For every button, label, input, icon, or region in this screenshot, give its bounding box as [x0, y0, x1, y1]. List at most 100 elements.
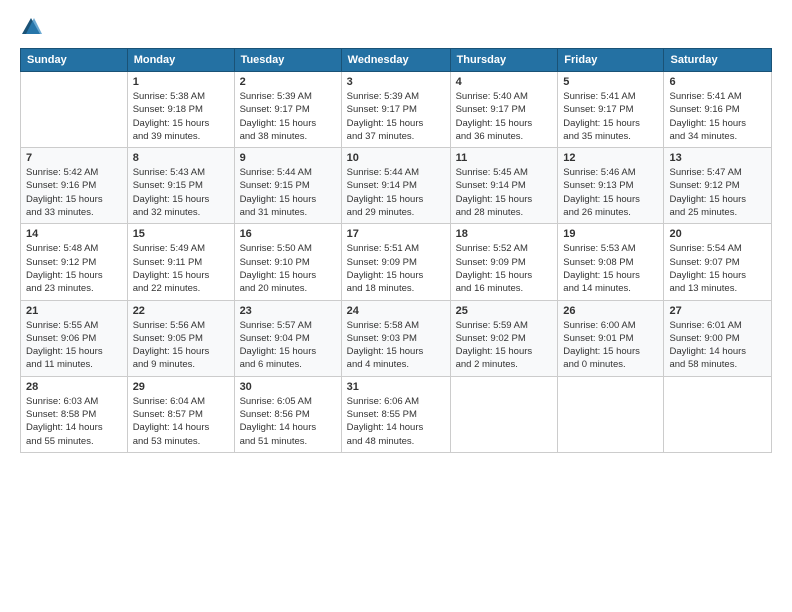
day-info: Sunrise: 5:57 AM [240, 319, 336, 332]
day-info: and 22 minutes. [133, 282, 229, 295]
day-info: Sunset: 9:17 PM [240, 103, 336, 116]
day-info: Sunset: 8:56 PM [240, 408, 336, 421]
day-number: 13 [669, 152, 766, 164]
day-number: 9 [240, 152, 336, 164]
calendar-cell [450, 376, 558, 452]
day-info: Daylight: 15 hours [347, 345, 445, 358]
day-info: Daylight: 14 hours [26, 421, 122, 434]
day-info: and 29 minutes. [347, 206, 445, 219]
day-info: Sunset: 8:55 PM [347, 408, 445, 421]
day-info: and 14 minutes. [563, 282, 658, 295]
calendar-cell: 5Sunrise: 5:41 AMSunset: 9:17 PMDaylight… [558, 72, 664, 148]
day-info: Sunset: 9:09 PM [456, 256, 553, 269]
weekday-header: Wednesday [341, 49, 450, 72]
day-info: and 26 minutes. [563, 206, 658, 219]
calendar-cell: 25Sunrise: 5:59 AMSunset: 9:02 PMDayligh… [450, 300, 558, 376]
day-info: Sunset: 9:15 PM [133, 179, 229, 192]
day-info: Daylight: 15 hours [240, 345, 336, 358]
day-info: Sunrise: 5:41 AM [669, 90, 766, 103]
day-number: 12 [563, 152, 658, 164]
day-number: 4 [456, 76, 553, 88]
day-number: 20 [669, 228, 766, 240]
calendar-cell: 17Sunrise: 5:51 AMSunset: 9:09 PMDayligh… [341, 224, 450, 300]
day-info: and 9 minutes. [133, 358, 229, 371]
day-number: 19 [563, 228, 658, 240]
calendar-cell: 22Sunrise: 5:56 AMSunset: 9:05 PMDayligh… [127, 300, 234, 376]
weekday-header: Sunday [21, 49, 128, 72]
calendar-cell: 10Sunrise: 5:44 AMSunset: 9:14 PMDayligh… [341, 148, 450, 224]
day-number: 15 [133, 228, 229, 240]
calendar-cell: 14Sunrise: 5:48 AMSunset: 9:12 PMDayligh… [21, 224, 128, 300]
day-info: Daylight: 15 hours [347, 269, 445, 282]
day-info: Daylight: 15 hours [26, 193, 122, 206]
day-info: and 11 minutes. [26, 358, 122, 371]
day-number: 14 [26, 228, 122, 240]
day-info: Daylight: 15 hours [133, 117, 229, 130]
day-info: Sunset: 9:17 PM [347, 103, 445, 116]
day-info: Sunrise: 6:03 AM [26, 395, 122, 408]
day-info: Sunrise: 6:00 AM [563, 319, 658, 332]
weekday-header: Monday [127, 49, 234, 72]
day-info: Sunrise: 5:52 AM [456, 242, 553, 255]
day-number: 2 [240, 76, 336, 88]
day-number: 21 [26, 305, 122, 317]
day-info: and 58 minutes. [669, 358, 766, 371]
day-info: Sunset: 9:12 PM [26, 256, 122, 269]
day-info: Sunrise: 5:54 AM [669, 242, 766, 255]
day-info: Sunrise: 5:43 AM [133, 166, 229, 179]
day-number: 31 [347, 381, 445, 393]
day-info: and 6 minutes. [240, 358, 336, 371]
day-info: Sunset: 9:05 PM [133, 332, 229, 345]
day-info: Sunset: 9:07 PM [669, 256, 766, 269]
calendar-cell: 2Sunrise: 5:39 AMSunset: 9:17 PMDaylight… [234, 72, 341, 148]
calendar-cell: 26Sunrise: 6:00 AMSunset: 9:01 PMDayligh… [558, 300, 664, 376]
day-number: 25 [456, 305, 553, 317]
day-info: Sunset: 9:10 PM [240, 256, 336, 269]
day-info: Daylight: 15 hours [669, 193, 766, 206]
weekday-header: Saturday [664, 49, 772, 72]
calendar-cell: 23Sunrise: 5:57 AMSunset: 9:04 PMDayligh… [234, 300, 341, 376]
weekday-header: Thursday [450, 49, 558, 72]
day-info: Daylight: 15 hours [240, 117, 336, 130]
day-info: and 38 minutes. [240, 130, 336, 143]
day-number: 17 [347, 228, 445, 240]
day-info: Sunrise: 5:53 AM [563, 242, 658, 255]
calendar-cell: 15Sunrise: 5:49 AMSunset: 9:11 PMDayligh… [127, 224, 234, 300]
day-number: 27 [669, 305, 766, 317]
calendar-cell [664, 376, 772, 452]
day-info: Daylight: 15 hours [563, 117, 658, 130]
logo-icon [20, 16, 42, 38]
day-info: and 0 minutes. [563, 358, 658, 371]
day-info: Sunrise: 6:04 AM [133, 395, 229, 408]
day-number: 11 [456, 152, 553, 164]
day-info: and 32 minutes. [133, 206, 229, 219]
day-number: 28 [26, 381, 122, 393]
day-info: Daylight: 15 hours [347, 117, 445, 130]
day-info: Daylight: 15 hours [240, 193, 336, 206]
header [20, 16, 772, 38]
calendar-cell: 4Sunrise: 5:40 AMSunset: 9:17 PMDaylight… [450, 72, 558, 148]
day-number: 1 [133, 76, 229, 88]
day-info: Sunset: 9:14 PM [347, 179, 445, 192]
calendar-cell: 7Sunrise: 5:42 AMSunset: 9:16 PMDaylight… [21, 148, 128, 224]
day-info: Sunset: 9:01 PM [563, 332, 658, 345]
day-info: Sunrise: 5:39 AM [347, 90, 445, 103]
day-info: Daylight: 15 hours [26, 345, 122, 358]
day-info: and 36 minutes. [456, 130, 553, 143]
day-number: 29 [133, 381, 229, 393]
day-info: Sunrise: 5:46 AM [563, 166, 658, 179]
day-info: Sunrise: 5:44 AM [347, 166, 445, 179]
day-info: and 13 minutes. [669, 282, 766, 295]
day-info: Sunset: 9:16 PM [26, 179, 122, 192]
calendar-cell: 19Sunrise: 5:53 AMSunset: 9:08 PMDayligh… [558, 224, 664, 300]
day-info: Sunset: 9:04 PM [240, 332, 336, 345]
calendar-cell: 16Sunrise: 5:50 AMSunset: 9:10 PMDayligh… [234, 224, 341, 300]
day-info: Daylight: 15 hours [563, 269, 658, 282]
day-info: Sunset: 9:17 PM [456, 103, 553, 116]
calendar-cell: 6Sunrise: 5:41 AMSunset: 9:16 PMDaylight… [664, 72, 772, 148]
day-info: and 34 minutes. [669, 130, 766, 143]
day-info: Sunrise: 5:47 AM [669, 166, 766, 179]
day-info: Sunset: 8:57 PM [133, 408, 229, 421]
day-info: Daylight: 14 hours [669, 345, 766, 358]
day-number: 18 [456, 228, 553, 240]
